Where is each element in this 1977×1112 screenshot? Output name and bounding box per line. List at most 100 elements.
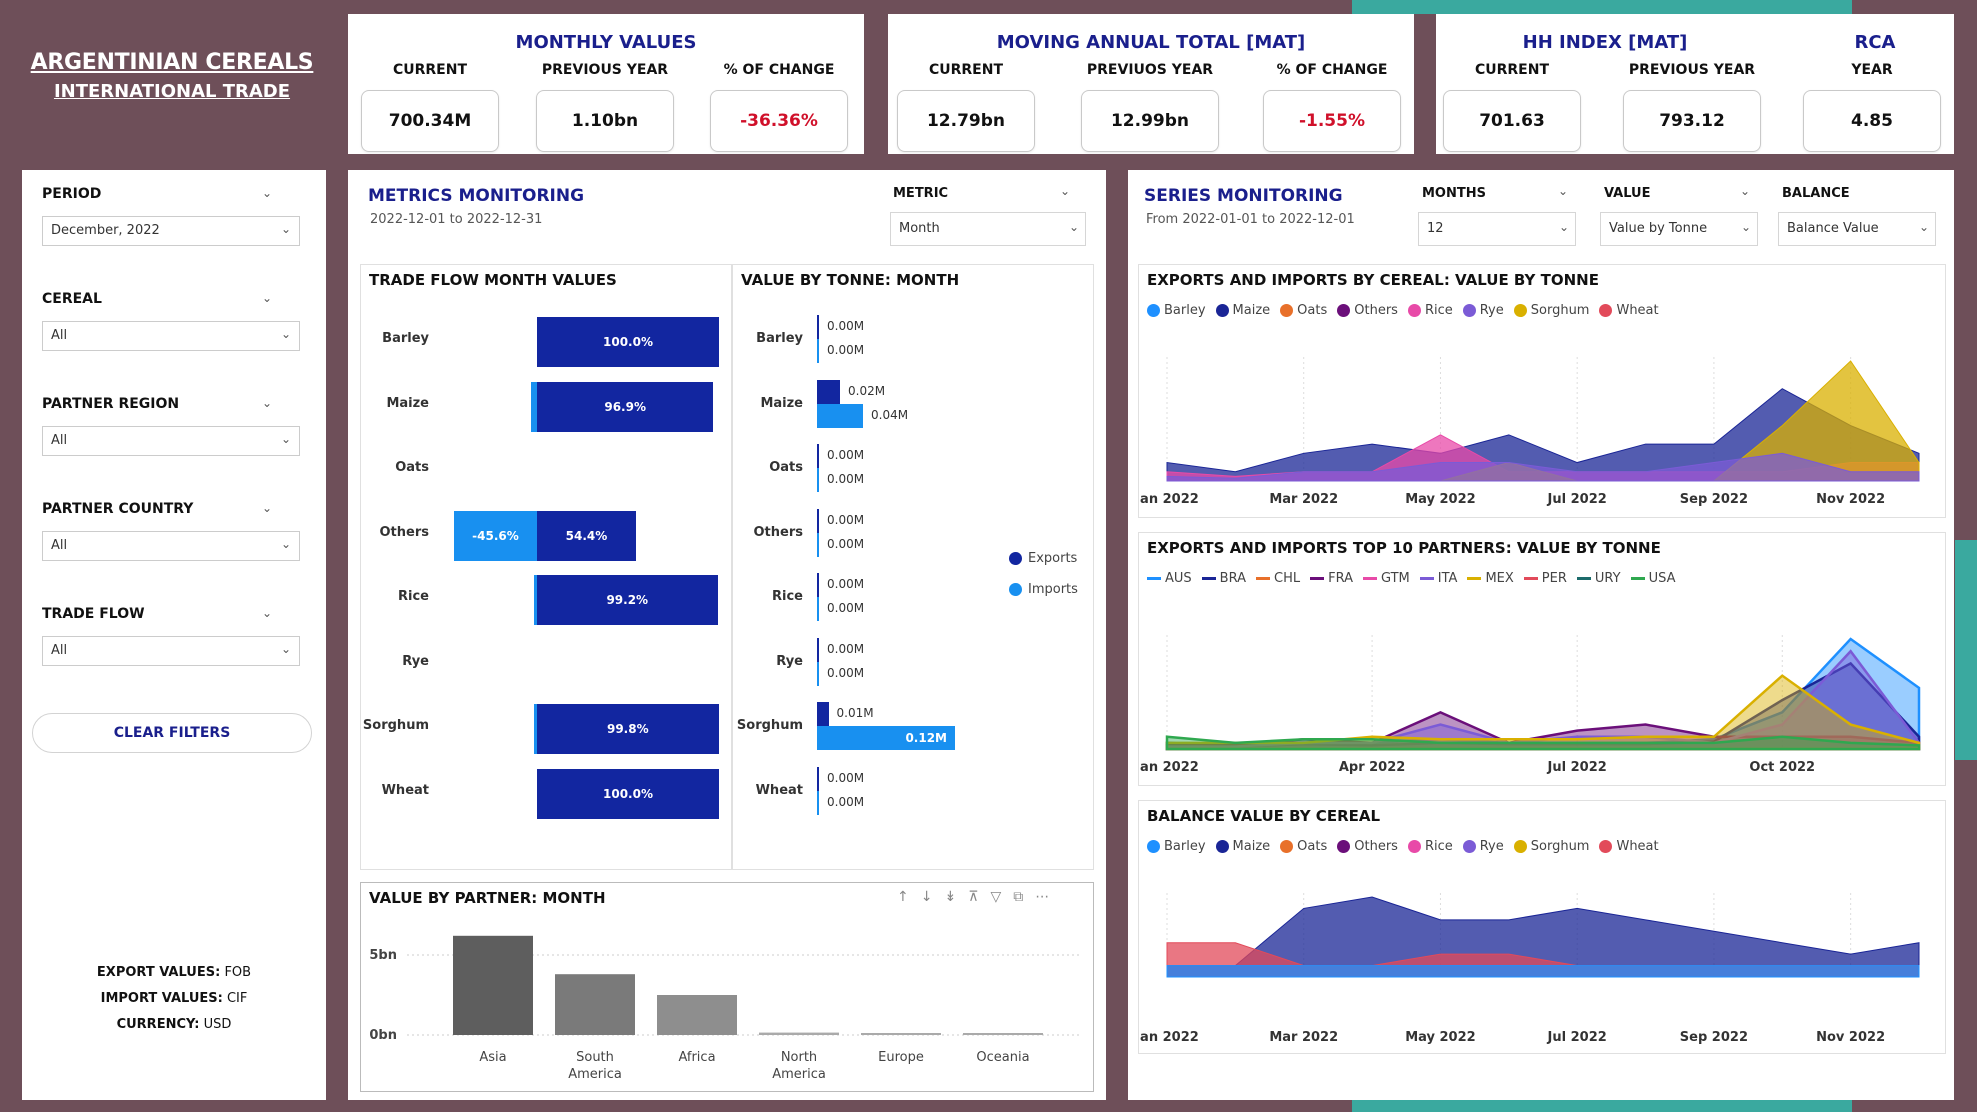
kpi-value: -36.36%	[710, 90, 848, 152]
select-value: Value by Tonne	[1609, 221, 1708, 236]
note-key: CURRENCY:	[116, 1017, 200, 1032]
x-tick-label: Oceania	[976, 1050, 1029, 1065]
balance-label: BALANCE	[1782, 186, 1850, 201]
chevron-down-icon[interactable]: ⌄	[262, 501, 272, 515]
legend-exports[interactable]: Exports	[1009, 551, 1078, 566]
kpi-value: 4.85	[1803, 90, 1941, 152]
category-label: Oats	[395, 460, 429, 475]
bg-accent-bottom	[1352, 1098, 1852, 1112]
series-area[interactable]	[1166, 965, 1920, 978]
tonne-title: VALUE BY TONNE: MONTH	[741, 271, 960, 289]
partner-bar[interactable]	[657, 995, 737, 1035]
kpi-label: PREVIOUS YEAR	[541, 62, 669, 78]
exports-bar	[817, 637, 819, 662]
metrics-range: 2022-12-01 to 2022-12-31	[370, 212, 543, 227]
x-tick-label: Nov 2022	[1816, 1030, 1885, 1045]
exports-value-label: 0.00M	[827, 641, 865, 656]
category-label: Rye	[402, 653, 429, 669]
metric-select[interactable]: Month ⌄	[890, 212, 1086, 246]
legend-imports[interactable]: Imports	[1009, 582, 1078, 597]
select-value: Balance Value	[1787, 221, 1879, 236]
kpi-rca-title: RCA	[1854, 32, 1896, 53]
x-tick-label: Jan 2022	[1139, 492, 1199, 507]
imports-value-label: 0.04M	[871, 407, 909, 422]
category-label: Maize	[760, 395, 803, 411]
partner-bar[interactable]	[759, 1032, 839, 1035]
exports-bar	[817, 702, 829, 726]
partner-bar[interactable]	[963, 1033, 1043, 1035]
category-label: Barley	[382, 331, 429, 346]
chevron-down-icon[interactable]: ⌄	[1060, 184, 1070, 198]
select-value: All	[51, 538, 68, 553]
kpi-label: % OF CHANGE	[1276, 62, 1388, 78]
partner-bar[interactable]	[453, 935, 533, 1035]
tonne-legend: Exports Imports	[1009, 551, 1078, 597]
kpi-label: YEAR	[1851, 62, 1893, 78]
exports-bar: 99.8%	[537, 704, 719, 754]
chevron-down-icon[interactable]: ⌄	[262, 291, 272, 305]
kpi-monthly-title: MONTHLY VALUES	[515, 32, 697, 53]
value-select[interactable]: Value by Tonne ⌄	[1600, 212, 1758, 246]
chevron-down-icon[interactable]: ⌄	[1558, 184, 1568, 198]
chevron-down-icon[interactable]: ⌄	[1740, 184, 1750, 198]
category-label: Maize	[386, 395, 429, 411]
trade-flow-title: TRADE FLOW MONTH VALUES	[369, 271, 617, 289]
imports-bar	[531, 381, 537, 432]
trade-flow-select[interactable]: All ⌄	[42, 636, 300, 666]
cereal-select[interactable]: All ⌄	[42, 321, 300, 351]
category-label: Wheat	[381, 782, 429, 798]
value-by-partner-chart[interactable]: VALUE BY PARTNER: MONTH ↑ ↓ ↡ ⊼ ▽ ⧉ ⋯ 0b…	[360, 882, 1094, 1092]
filter-trade-flow: TRADE FLOW ⌄ All ⌄	[42, 606, 300, 666]
balance-select[interactable]: Balance Value ⌄	[1778, 212, 1936, 246]
period-select[interactable]: December, 2022 ⌄	[42, 216, 300, 246]
chevron-down-icon[interactable]: ⌄	[262, 396, 272, 410]
partner-bar[interactable]	[555, 974, 635, 1035]
x-tick-label: Apr 2022	[1339, 760, 1406, 775]
exports-bar: 99.2%	[537, 575, 718, 625]
imports-value-label: 0.00M	[827, 665, 865, 680]
exports-bar	[817, 444, 819, 468]
chart1-plot: Jan 2022 Mar 2022 May 2022 Jul 2022 Sep 2022…	[1139, 357, 1920, 507]
kpi-hh-title: HH INDEX [MAT]	[1522, 32, 1688, 53]
metric-label: METRIC	[893, 186, 949, 201]
chart2-plot: Jan 2022 Apr 2022 Jul 2022 Oct 2022	[1139, 635, 1921, 775]
chevron-down-icon: ⌄	[280, 432, 291, 446]
chevron-down-icon[interactable]: ⌄	[262, 606, 272, 620]
imports-bar	[817, 403, 863, 428]
imports-value-label: 0.00M	[827, 794, 865, 809]
imports-value-label: 0.00M	[827, 343, 865, 357]
bg-accent-right	[1955, 540, 1977, 760]
exports-bar: 100.0%	[537, 768, 719, 819]
category-label: Oats	[769, 460, 803, 475]
balance-area-chart: BALANCE VALUE BY CEREAL Barley Maize Oats O…	[1138, 800, 1946, 1054]
kpi-mat-card: MOVING ANNUAL TOTAL [MAT] CURRENT 12.79b…	[888, 14, 1414, 154]
x-tick-label: Jan 2022	[1139, 1030, 1199, 1045]
x-tick-label: Jul 2022	[1547, 1030, 1607, 1045]
partner-region-select[interactable]: All ⌄	[42, 426, 300, 456]
category-label: Rice	[398, 589, 429, 604]
clear-filters-button[interactable]: CLEAR FILTERS	[32, 713, 312, 753]
x-tick-label: Nov 2022	[1816, 492, 1885, 507]
imports-value-label: 0.00M	[827, 536, 865, 551]
partner-country-select[interactable]: All ⌄	[42, 531, 300, 561]
category-label: Rye	[776, 653, 803, 669]
app-title: ARGENTINIAN CEREALS INTERNATIONAL TRADE	[22, 50, 322, 102]
x-tick-label: Jan 2022	[1139, 760, 1199, 775]
metrics-title: METRICS MONITORING	[368, 186, 585, 206]
exports-bar: 96.9%	[537, 381, 714, 432]
partner-bars: 0bn 5bn Asia South America Africa North America…	[369, 935, 1081, 1082]
kpi-mat-prev: PREVIUOS YEAR 12.99bn	[1080, 62, 1220, 152]
bg-accent-top	[1352, 0, 1852, 14]
imports-bar	[817, 597, 819, 621]
chevron-down-icon[interactable]: ⌄	[262, 186, 272, 200]
exports-bar	[817, 573, 819, 597]
kpi-monthly-change: % OF CHANGE -36.36%	[709, 62, 849, 152]
months-select[interactable]: 12 ⌄	[1418, 212, 1576, 246]
kpi-monthly-prev: PREVIOUS YEAR 1.10bn	[535, 62, 675, 152]
partner-bar[interactable]	[861, 1033, 941, 1035]
chevron-down-icon: ⌄	[280, 642, 291, 656]
kpi-label: % OF CHANGE	[723, 62, 835, 78]
chart3-plot: Jan 2022 Mar 2022 May 2022 Jul 2022 Sep 2022…	[1139, 893, 1920, 1045]
x-tick-label: Asia	[479, 1050, 506, 1065]
exports-value-label: 0.00M	[827, 770, 865, 785]
